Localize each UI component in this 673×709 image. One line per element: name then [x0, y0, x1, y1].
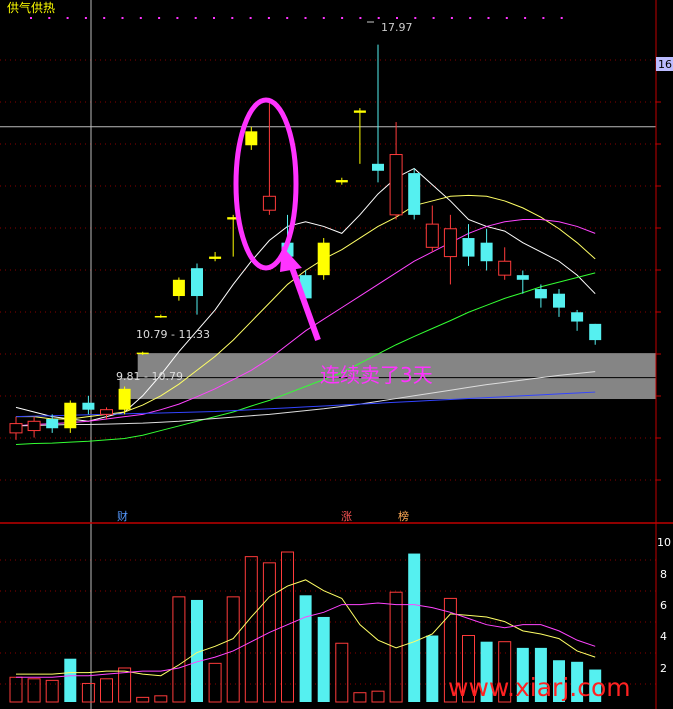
kline-chart: 供气供热 17.97 10.79 - 11.33 9.81 - 10.79 连续… — [0, 0, 673, 709]
candle-body — [389, 154, 403, 216]
volume-bar — [408, 553, 421, 702]
top-dot — [267, 17, 270, 19]
top-dot — [505, 17, 508, 19]
candle-body — [462, 238, 475, 257]
candle-body — [425, 223, 439, 248]
volume-tick-2: 2 — [660, 662, 667, 675]
candle-body — [262, 195, 276, 211]
candle-body — [353, 110, 366, 113]
candle-body — [172, 279, 185, 297]
candle-body — [191, 268, 203, 297]
marker-zhang: 涨 — [341, 510, 352, 523]
candle-body — [571, 312, 584, 322]
top-dot — [377, 17, 380, 19]
candle-body — [408, 173, 421, 215]
candle-body — [46, 418, 59, 429]
top-dot — [487, 17, 490, 19]
top-dot — [213, 17, 215, 19]
candle-body — [9, 423, 23, 434]
marker-cai: 财 — [117, 509, 128, 523]
top-dot — [469, 17, 472, 19]
top-dot — [158, 17, 161, 19]
top-dot — [139, 17, 142, 19]
top-dot — [30, 17, 32, 19]
top-dot — [450, 17, 453, 19]
top-dot — [322, 17, 325, 19]
top-dot — [231, 17, 234, 19]
volume-tick-8: 8 — [660, 568, 667, 581]
candle-body — [498, 260, 512, 276]
top-dot — [396, 17, 398, 19]
candle-body — [245, 131, 258, 146]
volume-bar — [64, 658, 77, 702]
volume-bar — [299, 595, 312, 702]
top-dot — [249, 17, 252, 19]
zone-label-lower: 9.81 - 10.79 — [116, 370, 183, 383]
candle-body — [136, 352, 149, 355]
candle-body — [64, 402, 77, 429]
candle-body — [553, 293, 565, 308]
top-dot — [286, 17, 289, 19]
candle-body — [27, 420, 41, 432]
top-dot — [103, 17, 106, 19]
stock-title: 供气供热 — [7, 0, 55, 15]
candle-body — [118, 388, 131, 410]
top-dot — [66, 17, 69, 19]
candle-body — [443, 228, 457, 258]
candle-body — [372, 163, 384, 171]
volume-bar — [317, 616, 330, 702]
top-dot — [121, 17, 124, 19]
candle-body — [154, 315, 167, 318]
top-dot — [304, 17, 307, 19]
marker-bang: 榜 — [398, 509, 409, 523]
top-dot — [176, 17, 179, 19]
zone-label-upper: 10.79 - 11.33 — [136, 328, 210, 341]
candle-body — [209, 256, 222, 259]
candle-body — [335, 180, 348, 183]
top-dot — [414, 17, 417, 19]
top-dot — [542, 17, 545, 19]
top-dot — [359, 17, 362, 19]
top-dot — [341, 17, 344, 19]
top-dot — [48, 17, 51, 19]
candle-body — [480, 242, 493, 262]
volume-bar — [426, 635, 439, 702]
top-dot — [560, 17, 563, 19]
top-dot — [84, 17, 87, 19]
price-tag: 16. — [658, 58, 673, 71]
watermark: www.xiarj.com — [448, 673, 631, 702]
volume-tick-6: 6 — [660, 599, 667, 612]
top-dot — [194, 17, 197, 19]
volume-tick-4: 4 — [660, 630, 667, 643]
top-dot — [432, 17, 435, 19]
candle-body — [100, 409, 113, 415]
candle-body — [589, 323, 602, 341]
candle-body — [516, 275, 529, 280]
candle-body — [534, 289, 547, 299]
candle-body — [317, 242, 330, 276]
candle-body — [82, 402, 95, 410]
volume-tick-10: 10 — [657, 536, 671, 549]
top-dot — [524, 17, 527, 19]
annotation-text: 连续卖了3天 — [320, 363, 433, 387]
high-price-label: 17.97 — [381, 21, 413, 34]
